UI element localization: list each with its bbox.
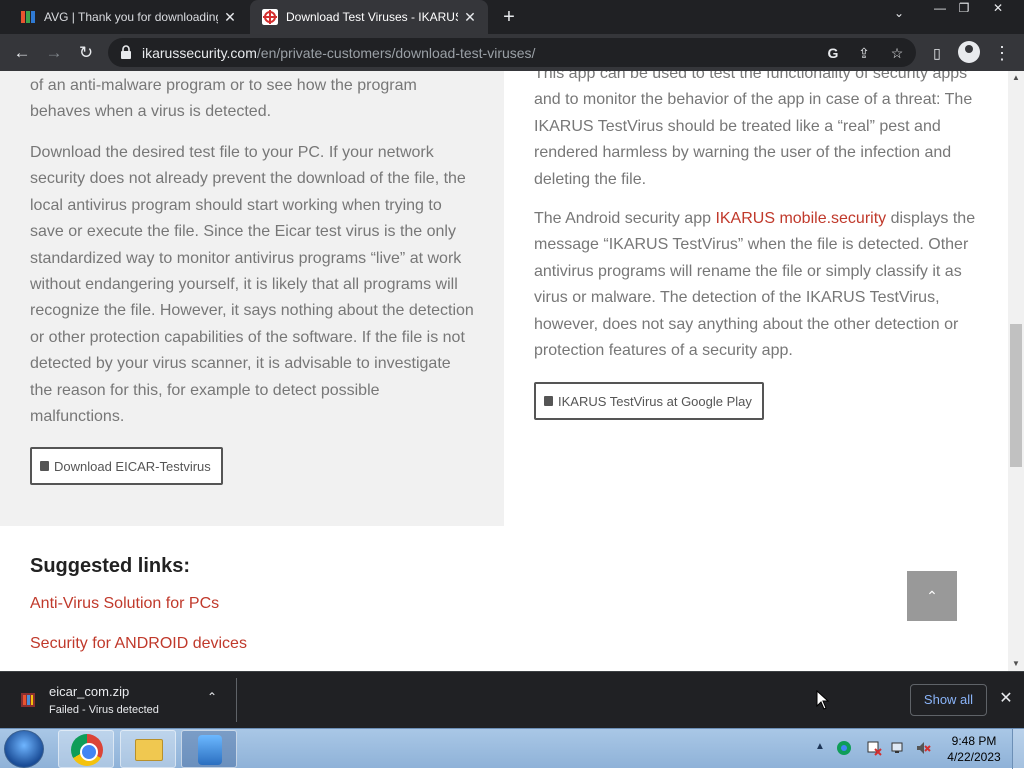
network-icon[interactable] xyxy=(891,740,907,756)
share-icon[interactable]: ⇪ xyxy=(854,43,874,63)
download-bar: eicar_com.zip Failed - Virus detected ⌃ … xyxy=(0,671,1024,728)
google-play-button[interactable]: IKARUS TestVirus at Google Play xyxy=(534,382,764,420)
reload-button[interactable]: ↻ xyxy=(74,41,98,65)
zip-file-icon xyxy=(21,693,35,707)
start-button[interactable] xyxy=(4,730,44,768)
suggested-links-heading: Suggested links: xyxy=(30,555,191,577)
system-clock[interactable]: 9:48 PM 4/22/2023 xyxy=(942,733,1006,765)
tab-title: AVG | Thank you for downloading xyxy=(44,10,218,24)
avg-favicon-icon xyxy=(21,11,35,23)
chrome-menu-icon[interactable]: ⋮ xyxy=(990,41,1014,65)
folder-icon xyxy=(135,739,163,761)
scrollbar-thumb[interactable] xyxy=(1010,324,1022,467)
scroll-up-arrow-icon[interactable]: ▲ xyxy=(1008,71,1024,85)
ikarus-favicon-icon xyxy=(262,9,278,25)
tab-ikarus[interactable]: Download Test Viruses - IKARUS ✕ xyxy=(250,0,488,34)
download-options-chevron-icon[interactable]: ⌃ xyxy=(204,690,220,704)
windows-taskbar: ▲ 9:48 PM 4/22/2023 xyxy=(0,728,1024,769)
mouse-cursor-icon xyxy=(816,690,830,710)
antivirus-pc-link[interactable]: Anti-Virus Solution for PCs xyxy=(30,595,219,613)
restore-button[interactable]: ❐ xyxy=(952,0,976,18)
address-bar[interactable]: ikarussecurity.com/en/private-customers/… xyxy=(108,38,916,67)
minimize-button[interactable]: — xyxy=(928,0,952,18)
tray-expand-icon[interactable]: ▲ xyxy=(815,741,825,752)
url-path: /en/private-customers/download-test-viru… xyxy=(256,45,536,61)
show-all-button[interactable]: Show all xyxy=(910,684,987,716)
tab-strip: AVG | Thank you for downloading ✕ Downlo… xyxy=(0,0,1024,34)
lock-icon[interactable] xyxy=(118,44,134,60)
download-filename[interactable]: eicar_com.zip xyxy=(49,684,129,699)
side-panel-icon[interactable]: ▯ xyxy=(925,41,949,65)
tab-avg[interactable]: AVG | Thank you for downloading ✕ xyxy=(8,0,248,34)
new-tab-button[interactable]: + xyxy=(496,5,522,29)
window-close-button[interactable]: ✕ xyxy=(986,0,1010,18)
google-lens-icon[interactable]: G xyxy=(823,43,843,63)
ikarus-mobile-security-link[interactable]: IKARUS mobile.security xyxy=(715,210,886,227)
bookmark-star-icon[interactable]: ☆ xyxy=(887,43,907,63)
android-security-link[interactable]: Security for ANDROID devices xyxy=(30,635,247,653)
tab-close-icon[interactable]: ✕ xyxy=(218,9,242,26)
download-status: Failed - Virus detected xyxy=(49,704,159,716)
save-icon xyxy=(544,396,553,406)
right-body-post: displays the message “IKARUS TestVirus” … xyxy=(534,210,976,360)
action-center-flag-icon[interactable] xyxy=(866,740,882,756)
download-eicar-button[interactable]: Download EICAR-Testvirus xyxy=(30,447,223,485)
clock-date: 4/22/2023 xyxy=(947,750,1001,764)
taskbar-chrome[interactable] xyxy=(58,730,114,768)
download-bar-close-icon[interactable]: ✕ xyxy=(996,688,1016,708)
back-button[interactable]: ← xyxy=(10,41,34,65)
download-separator xyxy=(236,678,237,722)
chrome-icon xyxy=(71,734,103,766)
left-intro-text: of an anti-malware program or to see how… xyxy=(30,77,417,121)
browser-toolbar: ← → ↻ ikarussecurity.com/en/private-cust… xyxy=(0,34,1024,71)
page-scrollbar[interactable]: ▲ ▼ xyxy=(1008,71,1024,671)
right-body-pre: The Android security app xyxy=(534,210,716,227)
tab-title: Download Test Viruses - IKARUS xyxy=(286,10,458,24)
clock-time: 9:48 PM xyxy=(951,734,997,748)
scroll-to-top-button[interactable]: ⌃ xyxy=(907,571,957,621)
volume-muted-icon[interactable] xyxy=(915,740,931,756)
show-desktop-button[interactable] xyxy=(1012,729,1024,769)
url-text[interactable]: ikarussecurity.com/en/private-customers/… xyxy=(142,45,535,61)
tab-close-icon[interactable]: ✕ xyxy=(458,9,482,26)
taskbar-explorer[interactable] xyxy=(120,730,176,768)
tray-chrome-icon[interactable] xyxy=(836,740,852,756)
left-body-text: Download the desired test file to your P… xyxy=(30,144,474,426)
google-play-label: IKARUS TestVirus at Google Play xyxy=(558,393,752,409)
url-host: ikarussecurity.com xyxy=(142,45,257,61)
web-page: of an anti-malware program or to see how… xyxy=(0,71,1008,671)
save-icon xyxy=(40,461,49,471)
download-eicar-label: Download EICAR-Testvirus xyxy=(54,458,211,474)
forward-button[interactable]: → xyxy=(42,41,66,65)
profile-avatar-icon[interactable] xyxy=(958,41,980,63)
right-body-text: The Android security app IKARUS mobile.s… xyxy=(534,206,984,364)
tab-search-chevron-icon[interactable]: ⌄ xyxy=(894,6,904,20)
right-intro-text: This app can be used to test the functio… xyxy=(534,71,973,188)
taskbar-app[interactable] xyxy=(181,730,237,768)
scroll-down-arrow-icon[interactable]: ▼ xyxy=(1008,657,1024,671)
app-icon xyxy=(198,735,222,765)
